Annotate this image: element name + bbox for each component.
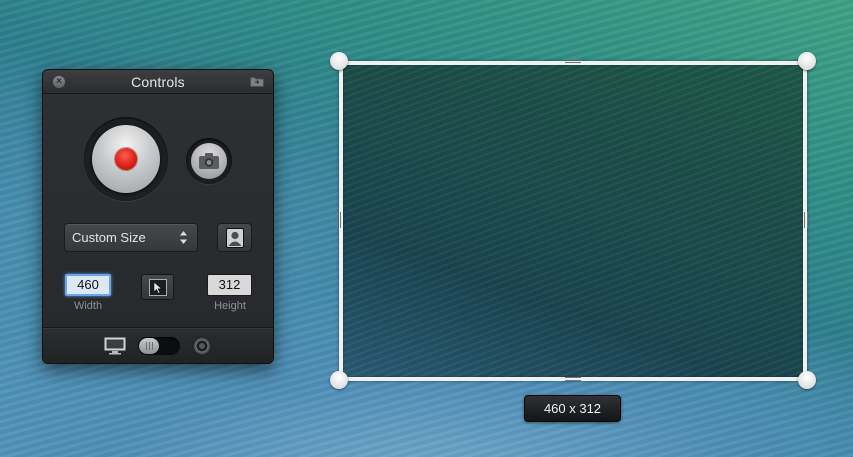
resize-handle-top-right[interactable] [798,52,816,70]
select-region-button[interactable] [141,274,174,300]
webcam-icon[interactable] [192,336,212,356]
resize-handle-bottom-right[interactable] [798,371,816,389]
camera-icon [199,153,219,169]
resize-grip-top[interactable] [565,59,581,63]
width-input[interactable]: 460 [65,274,111,296]
resize-grip-right[interactable] [804,212,808,228]
resize-handle-top-left[interactable] [330,52,348,70]
display-icon[interactable] [104,337,126,355]
panel-title: Controls [131,74,185,90]
cursor-icon [149,279,167,296]
panel-titlebar[interactable]: × Controls [43,70,273,94]
resize-grip-left[interactable] [337,212,341,228]
controls-panel: × Controls Custom Size 460 Width 312 Hei… [42,69,274,364]
height-label: Height [214,300,246,312]
resize-handle-bottom-left[interactable] [330,371,348,389]
resize-grip-bottom[interactable] [565,377,581,381]
size-preset-select[interactable]: Custom Size [64,223,198,252]
toggle-knob[interactable] [139,338,159,354]
panel-bottom-bar [43,327,273,363]
record-icon [115,148,137,170]
source-toggle-switch[interactable] [138,337,180,355]
capture-region-frame[interactable] [339,61,807,381]
record-button[interactable] [92,125,160,193]
select-arrows-icon [180,231,187,244]
capture-size-badge: 460 x 312 [524,395,621,422]
portrait-icon [226,228,244,248]
width-label: Width [73,300,103,312]
folder-icon[interactable] [250,76,264,87]
size-preset-value: Custom Size [72,230,146,245]
height-input[interactable]: 312 [207,274,252,296]
snapshot-button[interactable] [191,143,227,179]
portrait-mode-button[interactable] [217,223,252,252]
